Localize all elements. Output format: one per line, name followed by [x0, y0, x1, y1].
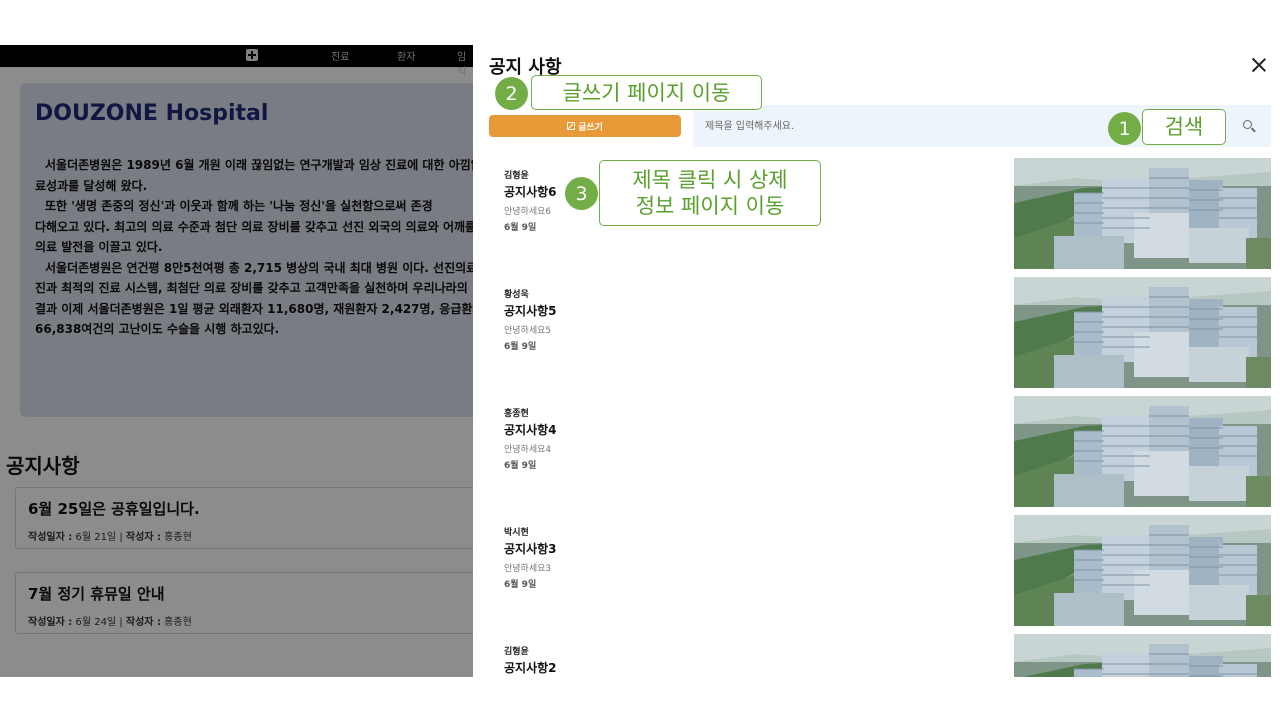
post-item[interactable]: 김형윤 공지사항6 안녕하세요6 6월 9일: [473, 158, 1280, 271]
hospital-building-image[interactable]: [1014, 158, 1271, 269]
annotation-badge-3: 3: [565, 177, 598, 210]
search-icon[interactable]: [1243, 120, 1255, 132]
post-summary: 안녕하세요3: [504, 564, 552, 574]
post-summary: 안녕하세요4: [504, 445, 552, 455]
hospital-building-image[interactable]: [1014, 277, 1271, 388]
post-title[interactable]: 공지사항5: [504, 302, 557, 319]
annotation-badge-1: 1: [1108, 112, 1141, 145]
post-item[interactable]: 황성욱 공지사항5 안녕하세요5 6월 9일: [473, 277, 1280, 390]
post-item[interactable]: 홍종현 공지사항4 안녕하세요4 6월 9일: [473, 396, 1280, 509]
annotation-callout-line: 정보 페이지 이동: [635, 194, 785, 218]
post-date: 6월 9일: [504, 223, 537, 233]
annotation-callout-write: 글쓰기 페이지 이동: [531, 75, 762, 110]
post-author: 박시현: [504, 528, 529, 538]
annotation-badge-2: 2: [495, 77, 528, 110]
hospital-building-image[interactable]: [1014, 515, 1271, 626]
post-date: 6월 9일: [504, 580, 537, 590]
post-item[interactable]: 박시현 공지사항3 안녕하세요3 6월 9일: [473, 515, 1280, 628]
post-item[interactable]: 김형윤 공지사항2: [473, 634, 1280, 677]
post-title[interactable]: 공지사항4: [504, 421, 557, 438]
edit-icon: [567, 122, 576, 130]
post-title[interactable]: 공지사항3: [504, 540, 557, 557]
annotation-callout-detail: 제목 클릭 시 상제 정보 페이지 이동: [599, 160, 821, 226]
hospital-building-image[interactable]: [1014, 634, 1271, 677]
post-author: 김형윤: [504, 171, 529, 181]
annotation-callout-search: 검색: [1142, 109, 1226, 145]
post-author: 김형윤: [504, 647, 529, 657]
hospital-building-image[interactable]: [1014, 396, 1271, 507]
post-date: 6월 9일: [504, 342, 537, 352]
post-date: 6월 9일: [504, 461, 537, 471]
annotation-callout-line: 제목 클릭 시 상제: [632, 168, 788, 192]
close-icon[interactable]: [1249, 55, 1269, 75]
write-button[interactable]: 글쓰기: [489, 115, 681, 137]
post-author: 황성욱: [504, 290, 529, 300]
post-author: 홍종현: [504, 409, 529, 419]
post-title[interactable]: 공지사항6: [504, 183, 557, 200]
post-summary: 안녕하세요5: [504, 326, 552, 336]
modal-backdrop[interactable]: [0, 45, 473, 677]
post-title[interactable]: 공지사항2: [504, 659, 557, 676]
post-summary: 안녕하세요6: [504, 207, 552, 217]
write-button-label: 글쓰기: [578, 122, 603, 133]
